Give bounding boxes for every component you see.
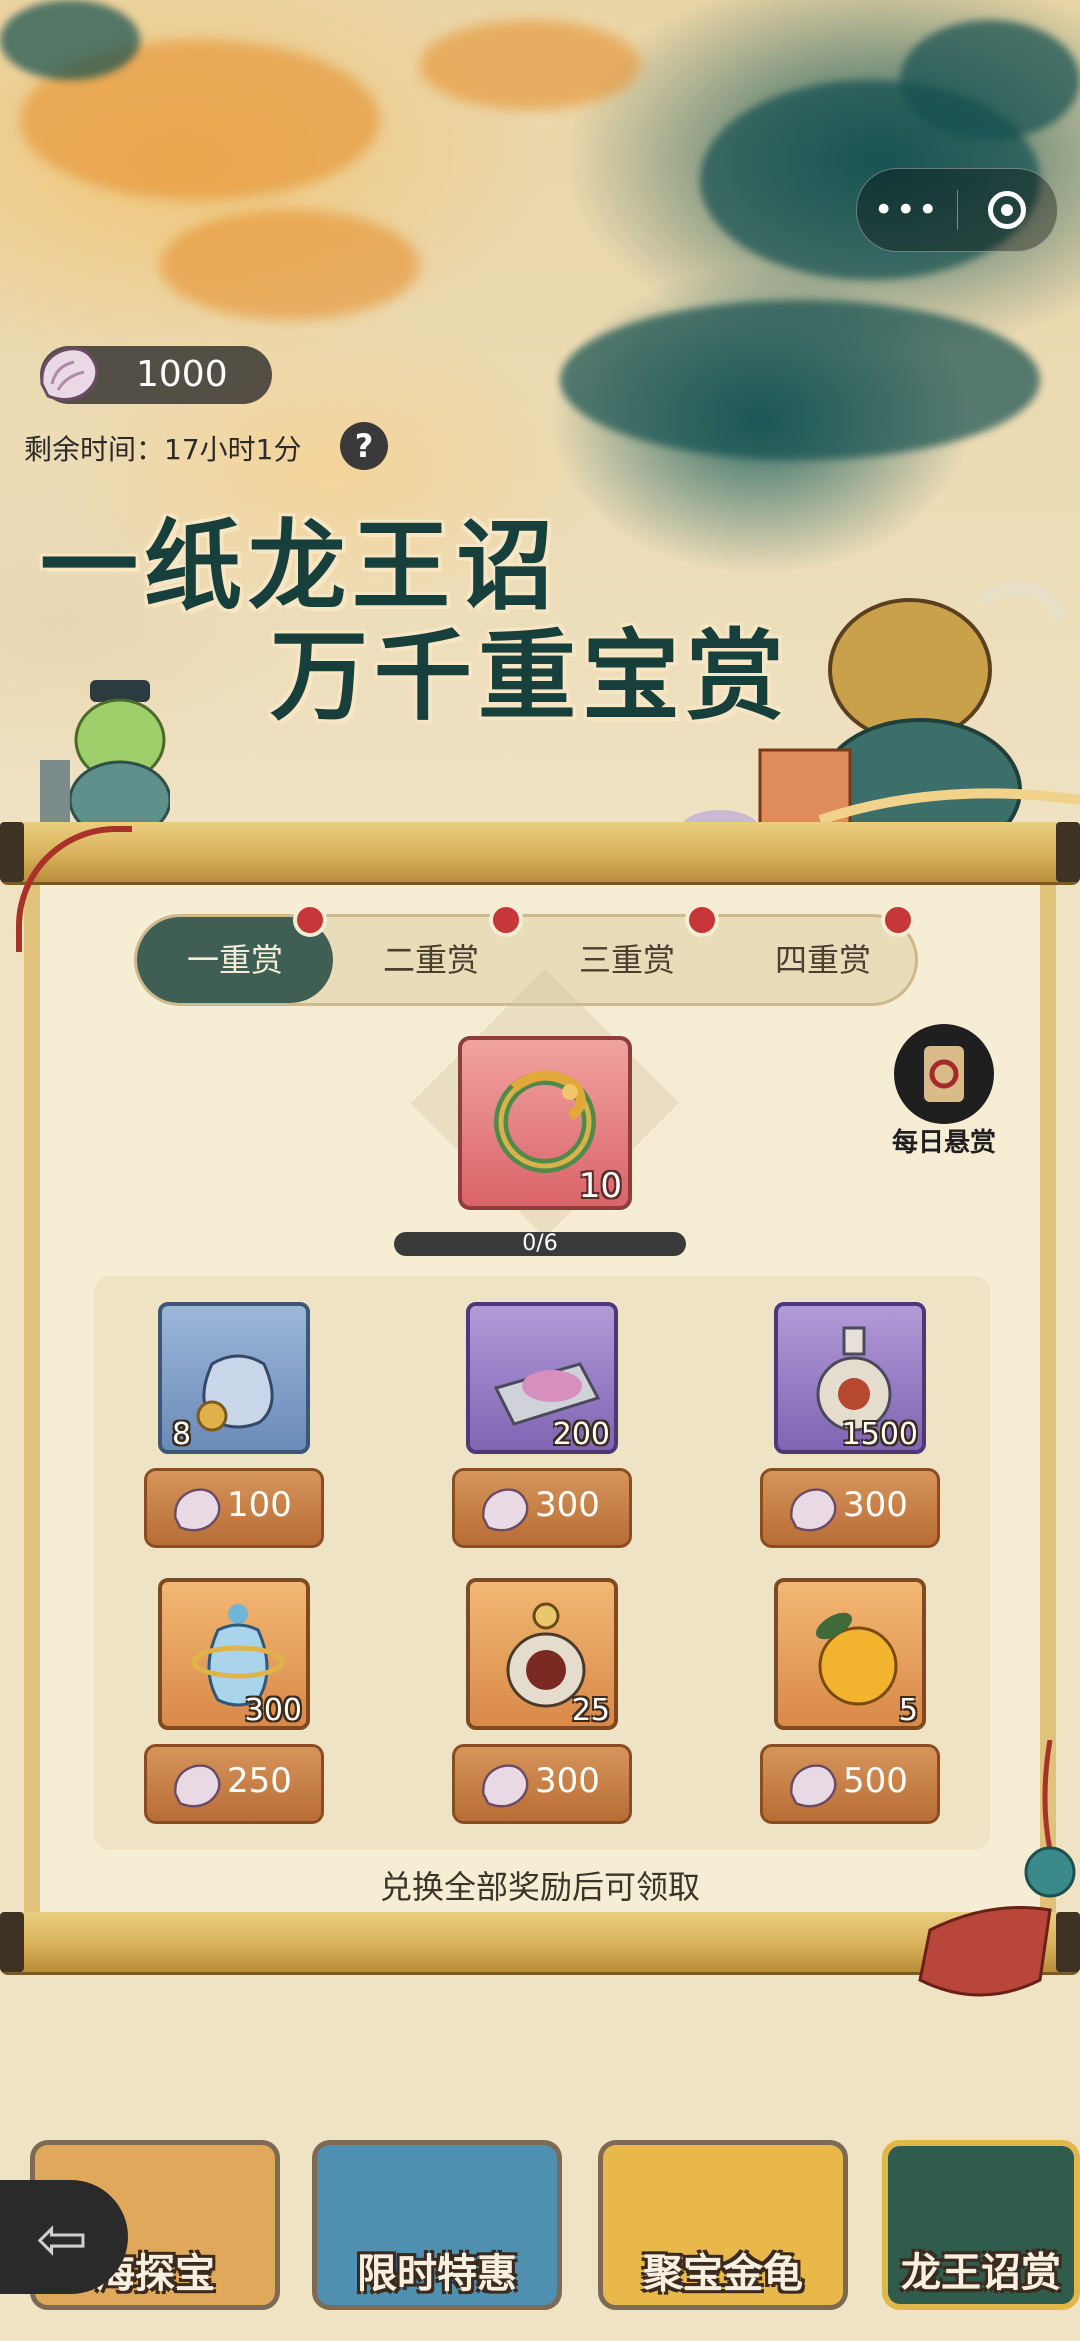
price-value: 300 (535, 1485, 600, 1525)
reward-grid: 8 100 200 300 1500 300 300 250 25 300 5 … (94, 1276, 990, 1850)
target-icon (988, 191, 1027, 229)
item-quantity: 25 (571, 1693, 610, 1728)
reward-item[interactable]: 300 (158, 1578, 310, 1730)
activity-card-label: 聚宝金龟 (643, 2250, 803, 2297)
price-value: 300 (535, 1761, 600, 1801)
price-value: 100 (227, 1485, 292, 1525)
activity-card-label: 限时特惠 (357, 2250, 517, 2297)
reward-item[interactable]: 5 (774, 1578, 926, 1730)
tab-label: 四重赏 (774, 941, 871, 979)
tab-label: 一重赏 (186, 941, 283, 979)
conch-shell-icon (40, 347, 99, 401)
back-arrow-icon: ⇦ (36, 2202, 88, 2275)
scroll-icon (894, 1024, 994, 1124)
cloud-decoration (160, 210, 420, 320)
help-button[interactable]: ? (340, 422, 388, 470)
activity-card[interactable]: 限时特惠 (312, 2140, 562, 2310)
headline-line-1: 一纸龙王诏 (40, 509, 561, 624)
dragon-illustration (900, 20, 1080, 140)
conch-shell-icon (790, 1488, 837, 1532)
price-value: 500 (843, 1761, 908, 1801)
tab-tier-4[interactable]: 四重赏 (725, 903, 921, 1003)
frog-official-mascot (40, 680, 170, 840)
featured-reward[interactable]: 10 (458, 1036, 632, 1210)
activity-card[interactable]: 龙王诏赏 (882, 2140, 1080, 2310)
activity-card-label: 龙王诏赏 (901, 2249, 1061, 2296)
reward-item[interactable]: 1500 (774, 1302, 926, 1454)
item-quantity: 10 (578, 1166, 622, 1206)
conch-shell-icon (482, 1764, 529, 1808)
conch-shell-icon (482, 1488, 529, 1532)
item-quantity: 1500 (841, 1417, 918, 1452)
mini-program-capsule: ••• (856, 168, 1058, 252)
exchange-price-button[interactable]: 300 (452, 1468, 632, 1548)
price-value: 300 (843, 1485, 908, 1525)
item-quantity: 200 (552, 1417, 610, 1452)
currency-balance: 1000 (40, 346, 272, 404)
dragon-illustration (560, 300, 1040, 460)
activity-carousel: 海探宝 限时特惠 聚宝金龟 龙王诏赏 (0, 2140, 1080, 2341)
item-quantity: 5 (898, 1693, 918, 1728)
tassel-decoration (918, 1740, 1076, 1997)
remaining-time: 剩余时间：17小时1分 (24, 433, 302, 466)
scroll-rod-top (0, 822, 1080, 882)
cloud-decoration (0, 0, 140, 80)
notification-dot (489, 903, 523, 937)
exchange-price-button[interactable]: 100 (144, 1468, 324, 1548)
back-button[interactable]: ⇦ (0, 2180, 128, 2294)
item-quantity: 8 (172, 1417, 192, 1452)
progress-text: 0/6 (522, 1231, 558, 1256)
price-value: 250 (227, 1761, 292, 1801)
notification-dot (685, 903, 719, 937)
cloud-decoration (420, 20, 640, 110)
conch-shell-icon (174, 1764, 221, 1808)
reward-item[interactable]: 200 (466, 1302, 618, 1454)
item-quantity: 300 (244, 1693, 302, 1728)
jade-dragon-icon (494, 1070, 596, 1173)
orange-fruit-icon (815, 1612, 898, 1706)
tab-label: 三重赏 (578, 941, 675, 979)
close-mini-program-button[interactable] (958, 191, 1058, 229)
more-menu-button[interactable]: ••• (857, 190, 957, 230)
tab-label: 二重赏 (382, 941, 479, 979)
conch-shell-icon (790, 1764, 837, 1808)
notification-dot (881, 903, 915, 937)
exchange-price-button[interactable]: 250 (144, 1744, 324, 1824)
tab-tier-2[interactable]: 二重赏 (333, 903, 529, 1003)
coin-pouch-icon (196, 1354, 274, 1432)
exchange-price-button[interactable]: 300 (760, 1468, 940, 1548)
daily-bounty-label: 每日悬赏 (891, 1128, 996, 1158)
reward-item[interactable]: 25 (466, 1578, 618, 1730)
conch-shell-icon (174, 1488, 221, 1532)
exchange-price-button[interactable]: 300 (452, 1744, 632, 1824)
notification-dot (293, 903, 327, 937)
currency-value: 1000 (136, 354, 228, 395)
reward-item[interactable]: 8 (158, 1302, 310, 1454)
tab-tier-1[interactable]: 一重赏 (137, 903, 333, 1003)
daily-bounty-button[interactable]: 每日悬赏 (884, 1024, 1004, 1174)
activity-card[interactable]: 聚宝金龟 (598, 2140, 848, 2310)
exchange-progress-bar: 0/6 (394, 1231, 686, 1256)
